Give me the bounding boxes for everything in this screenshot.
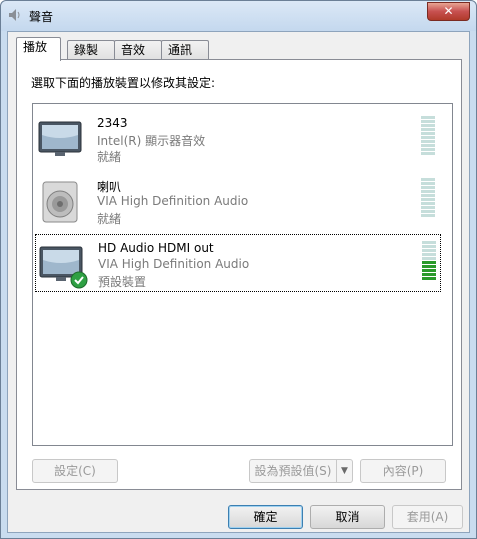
default-check-icon <box>70 271 88 289</box>
meter-segment <box>421 210 435 213</box>
meter-segment <box>421 140 435 143</box>
speaker-icon <box>42 181 78 223</box>
ok-button[interactable]: 確定 <box>228 505 303 529</box>
meter-segment <box>422 273 436 276</box>
meter-segment <box>421 152 435 155</box>
configure-button[interactable]: 設定(C) <box>32 459 118 483</box>
device-list[interactable]: 2343 Intel(R) 顯示器音效 就緒 喇叭 VIA High Defin… <box>32 103 453 446</box>
meter-segment <box>421 132 435 135</box>
meter-segment <box>422 269 436 272</box>
meter-segment <box>422 257 436 260</box>
meter-segment <box>421 124 435 127</box>
set-default-button[interactable]: 設為預設值(S) ▼ <box>249 459 353 483</box>
tab-communications[interactable]: 通訊 <box>161 40 209 60</box>
device-item-speakers[interactable]: 喇叭 VIA High Definition Audio 就緒 <box>35 172 441 230</box>
device-status: 就緒 <box>97 212 122 226</box>
monitor-icon <box>38 121 82 156</box>
chevron-down-icon[interactable]: ▼ <box>336 460 352 482</box>
dialog-client: 播放 錄製 音效 通訊 選取下面的播放裝置以修改其設定: 2343 Intel(… <box>7 31 470 533</box>
meter-segment <box>421 214 435 217</box>
title-bar[interactable]: 聲音 ✕ <box>1 1 476 31</box>
meter-segment <box>421 182 435 185</box>
meter-segment <box>421 202 435 205</box>
meter-segment <box>422 241 436 244</box>
window-title: 聲音 <box>29 10 54 24</box>
tab-sounds[interactable]: 音效 <box>114 40 162 60</box>
device-status: 預設裝置 <box>98 275 147 289</box>
meter-segment <box>421 120 435 123</box>
device-description: VIA High Definition Audio <box>98 257 250 271</box>
meter-segment <box>421 116 435 119</box>
tab-recording[interactable]: 錄製 <box>67 40 115 60</box>
meter-segment <box>421 190 435 193</box>
device-item-2343[interactable]: 2343 Intel(R) 顯示器音效 就緒 <box>35 110 441 168</box>
meter-segment <box>421 186 435 189</box>
device-description: Intel(R) 顯示器音效 <box>97 134 206 148</box>
device-item-hdmi[interactable]: HD Audio HDMI out VIA High Definition Au… <box>35 234 441 292</box>
meter-segment <box>421 148 435 151</box>
meter-segment <box>421 136 435 139</box>
device-name: HD Audio HDMI out <box>98 241 214 255</box>
cancel-button[interactable]: 取消 <box>310 505 385 529</box>
meter-segment <box>421 144 435 147</box>
meter-segment <box>422 245 436 248</box>
level-meter <box>421 178 435 218</box>
tab-playback[interactable]: 播放 <box>16 37 61 61</box>
meter-segment <box>421 206 435 209</box>
meter-segment <box>422 249 436 252</box>
meter-segment <box>422 261 436 264</box>
apply-button[interactable]: 套用(A) <box>392 505 463 529</box>
meter-segment <box>421 198 435 201</box>
close-button[interactable]: ✕ <box>427 2 470 21</box>
instruction-text: 選取下面的播放裝置以修改其設定: <box>31 76 216 90</box>
level-meter <box>421 116 435 156</box>
sound-dialog: 聲音 ✕ 播放 錄製 音效 通訊 選取下面的播放裝置以修改其設定: 2343 I <box>0 0 477 539</box>
device-description: VIA High Definition Audio <box>97 194 249 208</box>
meter-segment <box>422 277 436 280</box>
device-name: 2343 <box>97 116 128 130</box>
meter-segment <box>421 194 435 197</box>
meter-segment <box>422 253 436 256</box>
meter-segment <box>422 265 436 268</box>
level-meter <box>422 241 436 281</box>
meter-segment <box>421 178 435 181</box>
speaker-title-icon <box>9 9 20 21</box>
properties-button[interactable]: 內容(P) <box>360 459 446 483</box>
set-default-label: 設為預設值(S) <box>254 464 332 478</box>
device-status: 就緒 <box>97 150 122 164</box>
device-name: 喇叭 <box>97 180 122 194</box>
meter-segment <box>421 128 435 131</box>
